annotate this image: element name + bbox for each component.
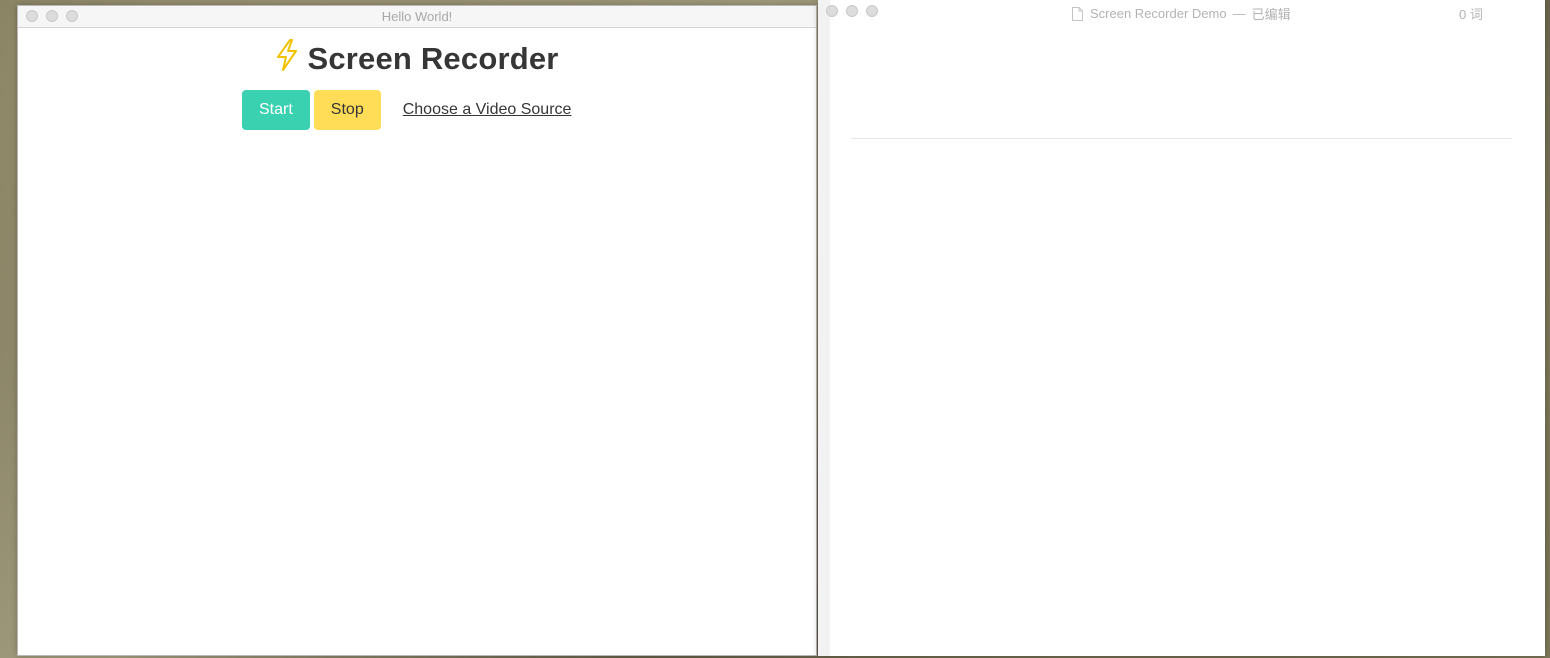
recorder-controls: Start Stop Choose a Video Source (242, 90, 571, 130)
divider (851, 138, 1512, 139)
start-button[interactable]: Start (242, 90, 310, 130)
stop-button[interactable]: Stop (313, 90, 381, 130)
window-title: Hello World! (381, 9, 453, 24)
word-count: 0 词 (1459, 7, 1483, 22)
minimize-window-button[interactable] (846, 5, 858, 17)
page-title: Screen Recorder (18, 39, 816, 79)
title-separator: — (1232, 6, 1246, 21)
close-window-button[interactable] (826, 5, 838, 17)
document-title-text: Screen Recorder Demo (1090, 6, 1227, 21)
screen-recorder-window: Hello World! Screen Recorder Start Stop … (17, 5, 817, 656)
document-editor-window: Screen Recorder Demo — 已编辑 0 词 (818, 0, 1545, 656)
app-heading-text: Screen Recorder (307, 41, 559, 76)
document-title[interactable]: Screen Recorder Demo — 已编辑 (1072, 4, 1291, 23)
choose-video-source-link[interactable]: Choose a Video Source (403, 101, 572, 119)
title-bar[interactable]: Hello World! (18, 6, 816, 28)
window-edge (818, 0, 830, 656)
document-icon (1072, 6, 1083, 21)
lightning-bolt-icon (275, 39, 299, 79)
zoom-window-button[interactable] (866, 5, 878, 17)
document-status: 已编辑 (1251, 7, 1291, 22)
window-controls (826, 5, 878, 17)
